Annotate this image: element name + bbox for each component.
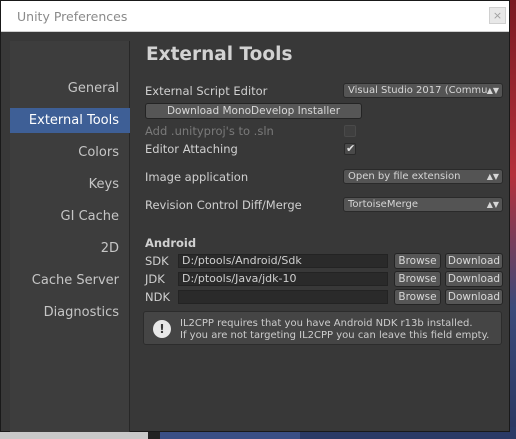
ndk-path-field[interactable] [178,290,388,304]
image-application-dropdown[interactable]: Open by file extension ▲▼ [343,169,503,184]
external-tools-panel: External Tools External Script Editor Vi… [131,33,509,431]
jdk-path-field[interactable]: D:/ptools/Java/jdk-10 [178,272,388,286]
add-unityproj-checkbox[interactable] [344,125,356,137]
android-section-title: Android [145,236,197,250]
close-button[interactable]: × [489,7,506,24]
sdk-download-button[interactable]: Download [445,253,503,269]
checkmark-icon: ✔ [346,142,356,155]
sidebar-item-cache-server[interactable]: Cache Server [10,268,130,293]
ndk-label: NDK [145,290,170,304]
sdk-browse-button[interactable]: Browse [394,253,441,269]
editor-attaching-label: Editor Attaching [145,142,238,156]
jdk-label: JDK [145,272,165,286]
editor-attaching-checkbox[interactable]: ✔ [344,142,356,155]
il2cpp-info-box: ! IL2CPP requires that you have Android … [143,311,502,345]
dropdown-arrows-icon: ▲▼ [486,200,499,209]
title-bar[interactable]: Unity Preferences × [1,1,509,32]
dropdown-arrows-icon: ▲▼ [486,86,499,95]
preferences-sidebar: General External Tools Colors Keys GI Ca… [10,41,130,432]
add-unityproj-label: Add .unityproj's to .sln [145,124,274,138]
sidebar-item-keys[interactable]: Keys [10,172,130,197]
page-title: External Tools [146,44,293,65]
jdk-browse-button[interactable]: Browse [394,271,441,287]
sidebar-item-diagnostics[interactable]: Diagnostics [10,300,130,325]
window-title: Unity Preferences [17,9,128,24]
diff-merge-value: TortoiseMerge [348,199,419,210]
download-monodevelop-button[interactable]: Download MonoDevelop Installer [145,103,362,119]
image-application-label: Image application [145,170,249,184]
info-line-2: If you are not targeting IL2CPP you can … [180,330,490,341]
script-editor-dropdown[interactable]: Visual Studio 2017 (Commu ▲▼ [343,83,503,98]
ndk-browse-button[interactable]: Browse [394,289,441,305]
sdk-path-field[interactable]: D:/ptools/Android/Sdk [178,254,388,268]
sidebar-item-2d[interactable]: 2D [10,236,130,261]
sidebar-item-external-tools[interactable]: External Tools [10,108,130,133]
info-line-1: IL2CPP requires that you have Android ND… [180,318,473,329]
jdk-download-button[interactable]: Download [445,271,503,287]
diff-merge-label: Revision Control Diff/Merge [145,198,302,212]
preferences-window: Unity Preferences × General External Too… [0,0,510,432]
script-editor-label: External Script Editor [145,84,268,98]
image-application-value: Open by file extension [348,171,461,182]
sidebar-item-general[interactable]: General [10,76,130,101]
sidebar-item-gi-cache[interactable]: GI Cache [10,204,130,229]
sdk-label: SDK [145,254,169,268]
info-exclamation-icon: ! [153,320,171,338]
dropdown-arrows-icon: ▲▼ [486,172,499,181]
ndk-download-button[interactable]: Download [445,289,503,305]
sidebar-item-colors[interactable]: Colors [10,140,130,165]
script-editor-value: Visual Studio 2017 (Commu [348,85,488,96]
diff-merge-dropdown[interactable]: TortoiseMerge ▲▼ [343,197,503,212]
